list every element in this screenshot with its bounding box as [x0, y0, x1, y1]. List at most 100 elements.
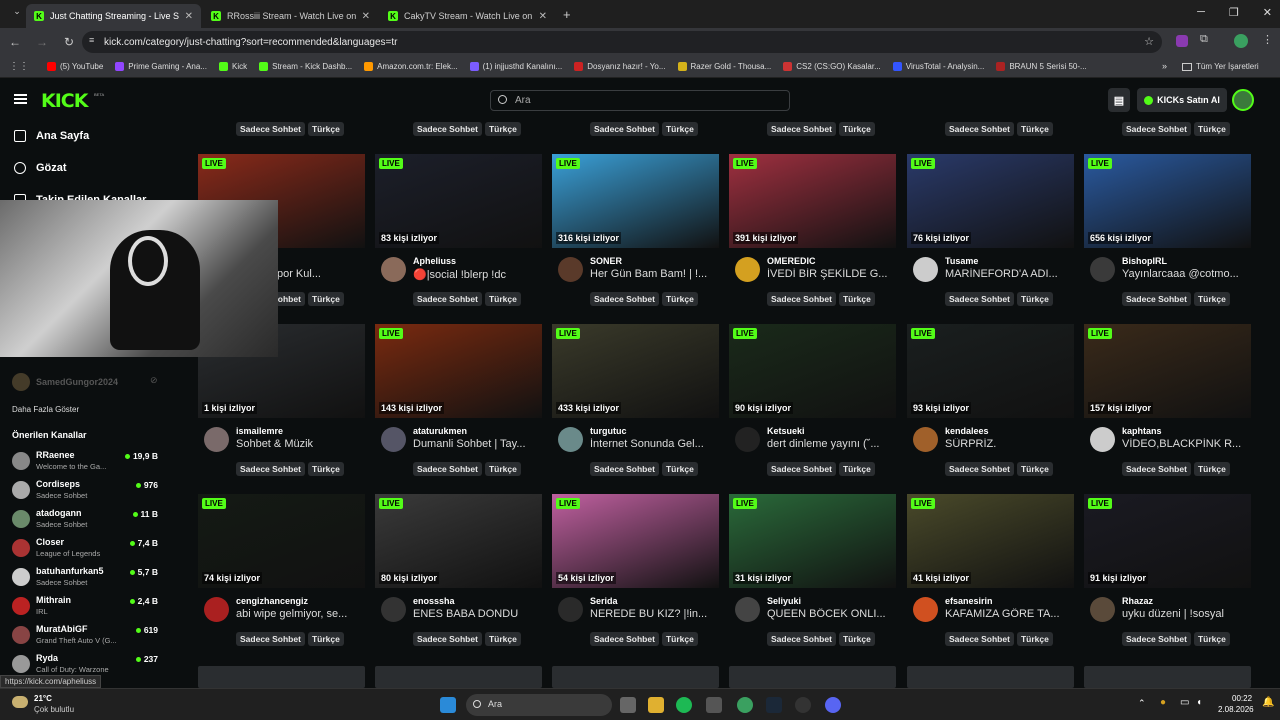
store-icon-button[interactable]: ▤ [1108, 88, 1130, 112]
stream-title[interactable]: NEREDE BU KIZ? |!in... [590, 608, 718, 620]
notification-icon[interactable]: 🔔 [1262, 697, 1274, 708]
more-bookmarks-icon[interactable]: » [1162, 61, 1167, 71]
bookmark-item[interactable]: Dosyanız hazır! - Yo... [574, 62, 666, 71]
avatar[interactable] [381, 427, 406, 452]
tray-chevron-icon[interactable]: ⌃ [1138, 698, 1146, 709]
sidebar-item-home[interactable]: Ana Sayfa [14, 130, 89, 142]
tag-language[interactable]: Türkçe [1193, 462, 1230, 476]
stream-card[interactable]: LIVE 91 kişi izliyor Rhazaz uyku düzeni | !… [1084, 494, 1251, 646]
stream-thumbnail[interactable]: LIVE 74 kişi izliyor [198, 494, 365, 588]
tag-language[interactable]: Türkçe [1193, 632, 1230, 646]
reload-icon[interactable]: ↻ [57, 35, 81, 49]
spotify-icon[interactable] [676, 697, 692, 713]
taskbar-search[interactable]: Ara [466, 694, 612, 716]
tag-language[interactable]: Türkçe [1016, 462, 1053, 476]
recommended-channel[interactable]: Cordiseps Sadece Sohbet 976 [10, 477, 170, 505]
bookmark-item[interactable]: Prime Gaming - Ana... [115, 62, 207, 71]
stream-thumbnail[interactable]: LIVE 76 kişi izliyor [907, 154, 1074, 248]
stream-card[interactable]: LIVE 90 kişi izliyor Ketsueki dert dinleme … [729, 324, 896, 476]
channel-name[interactable]: efsanesirin [945, 596, 993, 606]
tag-language[interactable]: Türkçe [1016, 632, 1053, 646]
tag-chat[interactable]: Sadece Sohbet [590, 462, 659, 476]
channel-name[interactable]: OMEREDIC [767, 256, 816, 266]
tag-language[interactable]: Türkçe [1016, 122, 1053, 136]
channel-name[interactable]: BishopIRL [1122, 256, 1167, 266]
avatar[interactable] [735, 427, 760, 452]
tag-chat[interactable]: Sadece Sohbet [413, 632, 482, 646]
avatar[interactable] [1090, 427, 1115, 452]
stream-title[interactable]: abi wipe gelmiyor, se... [236, 608, 364, 620]
stream-thumbnail[interactable]: LIVE 316 kişi izliyor [552, 154, 719, 248]
tab-rrossiii[interactable]: K RRossiii Stream - Watch Live on ✕ [203, 4, 378, 28]
tag-language[interactable]: Türkçe [661, 292, 698, 306]
tag-chat[interactable]: Sadece Sohbet [945, 632, 1014, 646]
avatar[interactable] [204, 427, 229, 452]
channel-name[interactable]: ataturukmen [413, 426, 467, 436]
recommended-channel[interactable]: Mithrain IRL 2,4 B [10, 593, 170, 621]
bookmark-item[interactable]: VirusTotal - Analysin... [892, 62, 984, 71]
avatar[interactable] [913, 427, 938, 452]
channel-name[interactable]: enosssha [413, 596, 455, 606]
tag-chat[interactable]: Sadece Sohbet [945, 122, 1014, 136]
tag-chat[interactable]: Sadece Sohbet [1122, 122, 1191, 136]
tab-just-chatting[interactable]: K Just Chatting Streaming - Live S ✕ [26, 4, 201, 28]
tag-language[interactable]: Türkçe [1193, 292, 1230, 306]
tag-chat[interactable]: Sadece Sohbet [1122, 292, 1191, 306]
app-icon[interactable] [706, 697, 722, 713]
stream-thumbnail[interactable]: LIVE 157 kişi izliyor [1084, 324, 1251, 418]
channel-name[interactable]: Rhazaz [1122, 596, 1153, 606]
channel-name[interactable]: ismailemre [236, 426, 283, 436]
all-bookmarks-folder[interactable]: Tüm Yer İşaretleri [1182, 62, 1259, 71]
channel-name[interactable]: Seliyuki [767, 596, 801, 606]
tag-chat[interactable]: Sadece Sohbet [236, 632, 305, 646]
channel-name[interactable]: Serida [590, 596, 618, 606]
stream-thumbnail[interactable]: LIVE 143 kişi izliyor [375, 324, 542, 418]
stream-thumbnail[interactable]: LIVE 31 kişi izliyor [729, 494, 896, 588]
back-icon[interactable]: ← [3, 35, 27, 49]
stream-title[interactable]: Yayınlarcaaa @cotmo... [1122, 268, 1250, 280]
avatar[interactable] [204, 597, 229, 622]
stream-thumbnail[interactable]: LIVE 80 kişi izliyor [375, 494, 542, 588]
channel-name[interactable]: turgutuc [590, 426, 627, 436]
kick-logo[interactable]: KICK [41, 90, 88, 112]
channel-name[interactable]: SONER [590, 256, 622, 266]
stream-thumbnail[interactable]: LIVE 433 kişi izliyor [552, 324, 719, 418]
avatar[interactable] [558, 597, 583, 622]
stream-card[interactable]: LIVE 656 kişi izliyor BishopIRL Yayınlarcaa… [1084, 154, 1251, 306]
tag-language[interactable]: Türkçe [838, 122, 875, 136]
tag-language[interactable]: Türkçe [838, 632, 875, 646]
start-icon[interactable] [440, 697, 456, 713]
bookmark-item[interactable]: Razer Gold - Thousa... [677, 62, 771, 71]
recommended-channel[interactable]: Closer League of Legends 7,4 B [10, 535, 170, 563]
tag-chat[interactable]: Sadece Sohbet [590, 632, 659, 646]
stream-card[interactable]: LIVE 83 kişi izliyor Apheliuss 🔴|social !bl… [375, 154, 542, 306]
chrome-icon[interactable] [737, 697, 753, 713]
microphone-icon[interactable]: ● [1160, 697, 1166, 708]
bookmark-item[interactable]: CS2 (CS:GO) Kasalar... [783, 62, 881, 71]
stream-thumbnail[interactable]: LIVE 656 kişi izliyor [1084, 154, 1251, 248]
obs-icon[interactable] [795, 697, 811, 713]
tab-search-icon[interactable]: ⌄ [5, 6, 29, 17]
steam-icon[interactable] [766, 697, 782, 713]
restore-icon[interactable]: ❐ [1229, 6, 1239, 19]
recommended-channel[interactable]: batuhanfurkan5 Sadece Sohbet 5,7 B [10, 564, 170, 592]
stream-title[interactable]: Sohbet & Müzik [236, 438, 364, 450]
tag-chat[interactable]: Sadece Sohbet [236, 122, 305, 136]
weather-icon[interactable] [12, 696, 28, 708]
tag-language[interactable]: Türkçe [661, 632, 698, 646]
apps-grid-icon[interactable]: ⋮⋮ [9, 61, 29, 72]
discord-icon[interactable] [825, 697, 841, 713]
stream-card[interactable]: LIVE 54 kişi izliyor Serida NEREDE BU KIZ? … [552, 494, 719, 646]
new-tab-button[interactable]: + [563, 7, 571, 22]
stream-card[interactable]: LIVE 31 kişi izliyor Seliyuki QUEEN BÖCEK O… [729, 494, 896, 646]
tag-language[interactable]: Türkçe [307, 122, 344, 136]
stream-thumbnail[interactable]: LIVE 91 kişi izliyor [1084, 494, 1251, 588]
tag-language[interactable]: Türkçe [307, 462, 344, 476]
stream-title[interactable]: Her Gün Bam Bam! | !... [590, 268, 718, 280]
close-icon[interactable]: ✕ [539, 11, 547, 22]
bookmark-item[interactable]: (5) YouTube [47, 62, 103, 71]
hamburger-menu-icon[interactable] [14, 94, 27, 104]
stream-thumbnail[interactable]: LIVE 83 kişi izliyor [375, 154, 542, 248]
channel-name[interactable]: Ketsueki [767, 426, 805, 436]
tag-chat[interactable]: Sadece Sohbet [1122, 632, 1191, 646]
